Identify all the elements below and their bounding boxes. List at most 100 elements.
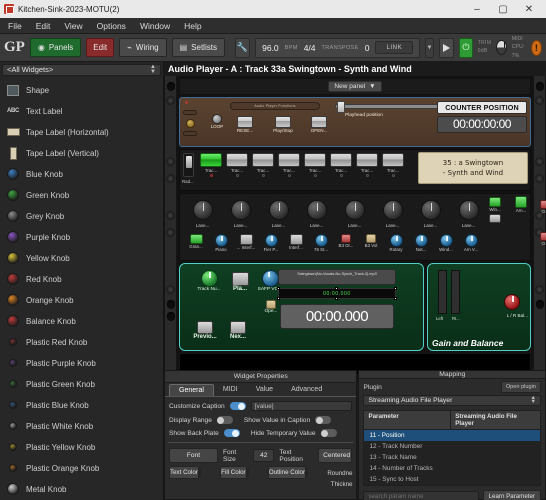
parameter-row[interactable]: 14 - Number of Tracks	[364, 463, 540, 474]
safp-volume-knob[interactable]	[261, 270, 279, 287]
link-button[interactable]: LINK	[375, 41, 414, 54]
open-file-button[interactable]	[266, 300, 276, 309]
control-face[interactable]	[414, 234, 428, 247]
plugin-select[interactable]: Streaming Audio File Player ▲ ▼	[363, 395, 541, 406]
widget-list-item[interactable]: Tape Label (Horizontal)	[0, 122, 163, 143]
caption-input[interactable]: [value]	[250, 401, 353, 411]
plugin-control[interactable]: Interf...	[284, 234, 308, 252]
wiring-button[interactable]: ⌁ Wiring	[119, 38, 167, 57]
arn-toggle[interactable]	[515, 196, 527, 208]
lane-knob[interactable]: · · · · Lane...	[412, 197, 449, 228]
lane-knob[interactable]: · · · · Lane...	[184, 197, 221, 228]
show-value-in-caption-toggle[interactable]	[315, 416, 332, 424]
display-range-toggle[interactable]	[216, 416, 233, 424]
lane-knob[interactable]: · · · · Lane...	[298, 197, 335, 228]
minimize-button[interactable]: –	[464, 0, 490, 18]
tab-value[interactable]: Value	[247, 384, 282, 395]
radio-switch-handle[interactable]	[186, 156, 192, 168]
track-button-face[interactable]	[252, 153, 274, 167]
widget-list[interactable]: Shape ABC Text Label Tape Label (Horizontal…	[0, 77, 163, 500]
selection-handle[interactable]	[277, 287, 280, 290]
playhead-thumb[interactable]	[337, 101, 345, 113]
lane-knob[interactable]: · · · · Lane...	[260, 197, 297, 228]
previous-button[interactable]	[197, 321, 213, 334]
widget-list-item[interactable]: Shape	[0, 80, 163, 101]
edit-button[interactable]: Edit	[86, 38, 115, 57]
knob-face[interactable]	[420, 200, 441, 220]
chevron-down-icon[interactable]: ▼	[425, 37, 434, 58]
menu-item-file[interactable]: File	[8, 21, 22, 31]
widget-list-item[interactable]: Balance Knob	[0, 311, 163, 332]
widget-list-item[interactable]: Tape Label (Vertical)	[0, 143, 163, 164]
loop-knob[interactable]	[212, 114, 222, 124]
position-strip-widget[interactable]: 00:00.000	[277, 287, 397, 300]
widget-list-item[interactable]: Yellow Knob	[0, 248, 163, 269]
widget-filter-select[interactable]: <All Widgets> ▲ ▼	[2, 64, 161, 76]
plugin-control[interactable]: B3 Or...	[334, 234, 358, 252]
plugin-control[interactable]: 76 St...	[309, 234, 333, 252]
customize-caption-toggle[interactable]	[229, 402, 246, 410]
parameter-row[interactable]: 15 - Sync to Host	[364, 474, 540, 485]
play-button[interactable]	[438, 37, 454, 58]
transpose-value[interactable]: 0	[365, 43, 370, 53]
selection-handle[interactable]	[335, 297, 338, 300]
o-toggle-1[interactable]	[540, 200, 546, 209]
lr-balance-knob[interactable]	[504, 294, 520, 310]
track-button-grid[interactable]: Trac... Trac... Trac... Trac... Trac... Trac.…	[200, 153, 404, 177]
track-button[interactable]: Trac...	[330, 153, 352, 177]
track-button-face[interactable]	[226, 153, 248, 167]
plugin-control[interactable]: Wind...	[434, 234, 458, 252]
control-face[interactable]	[264, 234, 278, 247]
outline-color-button[interactable]: Outline Color	[267, 466, 322, 479]
pill-button[interactable]	[183, 131, 197, 136]
hide-temporary-value-toggle[interactable]	[320, 429, 337, 437]
open-button[interactable]	[311, 116, 327, 128]
pill-button[interactable]	[183, 110, 197, 115]
lane-knob[interactable]: · · · · Lane...	[374, 197, 411, 228]
selection-handle[interactable]	[335, 287, 338, 290]
widget-list-item[interactable]: Blue Knob	[0, 164, 163, 185]
play-stop-button[interactable]	[275, 116, 291, 128]
tab-advanced[interactable]: Advanced	[282, 384, 331, 395]
knob-face[interactable]	[192, 200, 213, 220]
track-button[interactable]: Trac...	[356, 153, 378, 177]
time-signature-value[interactable]: 4/4	[304, 43, 316, 53]
control-face[interactable]	[214, 234, 228, 247]
menu-item-help[interactable]: Help	[184, 21, 201, 31]
lane-knob[interactable]: · · · · Lane...	[450, 197, 487, 228]
lane-knob-group[interactable]: · · · · Lane... · · · · Lane... · · · · La…	[184, 197, 487, 228]
plugin-control[interactable]: Piano	[209, 234, 233, 252]
selection-handle[interactable]	[394, 287, 397, 290]
widget-list-item[interactable]: Orange Knob	[0, 290, 163, 311]
knob-face[interactable]	[344, 200, 365, 220]
text-color-button[interactable]: Text Color	[169, 466, 215, 479]
fill-color-button[interactable]: Fill Color	[220, 466, 263, 479]
show-back-plate-toggle[interactable]	[223, 429, 240, 437]
tab-general[interactable]: General	[169, 383, 214, 396]
parameter-row[interactable]: 13 - Track Name	[364, 452, 540, 463]
parameter-row[interactable]: 11 - Position	[364, 429, 540, 441]
widget-list-item[interactable]: Plastic Red Knob	[0, 332, 163, 353]
control-face[interactable]	[464, 234, 478, 247]
file-name-display[interactable]: Swingtown(No-Vocals-No-Synch_Track-3).mp…	[278, 269, 396, 285]
panels-button[interactable]: ◉ Panels	[29, 38, 82, 57]
transport-display[interactable]: 96.0 BPM 4/4 TRANSPOSE 0 LINK	[255, 37, 421, 58]
menu-item-window[interactable]: Window	[140, 21, 170, 31]
track-button[interactable]: Trac...	[252, 153, 274, 177]
plugin-control[interactable]: Gran...	[184, 234, 208, 252]
track-button[interactable]: Trac...	[304, 153, 326, 177]
gold-knob[interactable]	[186, 119, 195, 128]
menu-item-options[interactable]: Options	[97, 21, 126, 31]
wrench-icon[interactable]: 🔧	[234, 37, 251, 58]
track-button-face[interactable]	[278, 153, 300, 167]
play-button-widget[interactable]	[231, 272, 249, 286]
control-face[interactable]	[314, 234, 328, 247]
font-size-input[interactable]: 42	[253, 449, 275, 462]
parameter-table-body[interactable]: 11 - Position 12 - Track Number 13 - Track…	[363, 429, 541, 486]
control-face[interactable]	[341, 234, 351, 243]
widget-list-item[interactable]: Red Knob	[0, 269, 163, 290]
track-button[interactable]: Trac...	[200, 153, 222, 177]
knob-face[interactable]	[306, 200, 327, 220]
track-button[interactable]: Trac...	[226, 153, 248, 177]
reset-button[interactable]	[237, 116, 253, 128]
